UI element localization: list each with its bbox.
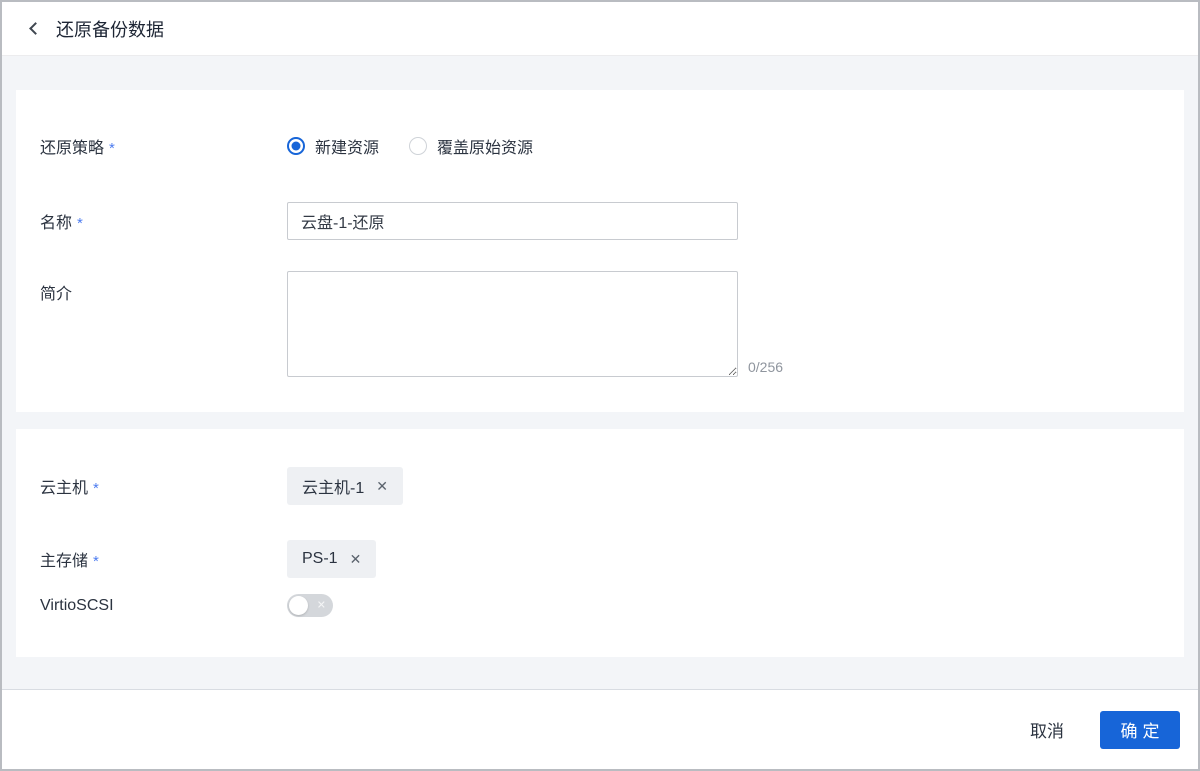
description-textarea[interactable] <box>287 271 738 377</box>
restore-backup-dialog: 还原备份数据 还原策略 * 新建资源 覆盖原始资源 名称 * 云盘-1-还原 简… <box>0 0 1200 771</box>
primary-storage-tag-label: PS-1 <box>302 550 338 567</box>
description-label: 简介 <box>40 286 73 303</box>
required-mark: * <box>77 215 83 232</box>
radio-unselected-icon <box>409 137 428 155</box>
required-mark: * <box>109 140 115 157</box>
form-body: 还原策略 * 新建资源 覆盖原始资源 名称 * 云盘-1-还原 简介 0/256… <box>2 56 1198 689</box>
vm-tag: 云主机-1 ✕ <box>287 467 403 505</box>
primary-storage-tag: PS-1 ✕ <box>287 540 377 578</box>
vm-row: 云主机 * 云主机-1 ✕ <box>40 467 1160 505</box>
page-title: 还原备份数据 <box>56 19 164 40</box>
radio-overwrite-original[interactable]: 覆盖原始资源 <box>409 134 533 158</box>
name-row: 名称 * <box>40 202 1160 240</box>
chevron-left-icon <box>28 22 42 35</box>
toggle-off-icon: ✕ <box>316 599 326 611</box>
radio-new-resource[interactable]: 新建资源 <box>287 134 379 158</box>
name-label: 名称 * <box>40 215 83 232</box>
restore-strategy-label: 还原策略 * <box>40 140 115 157</box>
radio-selected-icon <box>287 137 305 155</box>
restore-strategy-radio-group: 新建资源 覆盖原始资源 <box>287 134 563 158</box>
primary-storage-label: 主存储 * <box>40 553 99 570</box>
name-input[interactable] <box>287 202 738 240</box>
virtio-scsi-toggle[interactable]: ✕ <box>287 594 333 617</box>
virtio-scsi-row: VirtioSCSI ✕ <box>40 594 1160 617</box>
required-mark: * <box>93 480 99 497</box>
cancel-button[interactable]: 取消 <box>1030 717 1064 742</box>
description-row: 简介 0/256 <box>40 271 1160 377</box>
required-mark: * <box>93 553 99 570</box>
restore-strategy-row: 还原策略 * 新建资源 覆盖原始资源 <box>40 134 1160 158</box>
virtio-scsi-label: VirtioSCSI <box>40 596 114 614</box>
target-resource-card: 云主机 * 云主机-1 ✕ 主存储 * PS-1 ✕ VirtioSCSI ✕ <box>16 429 1184 657</box>
dialog-footer: 取消 确定 <box>2 689 1198 769</box>
vm-tag-label: 云主机-1 <box>302 480 365 497</box>
confirm-button[interactable]: 确定 <box>1100 710 1180 749</box>
char-counter: 0/256 <box>748 359 784 375</box>
page-header: 还原备份数据 <box>2 2 1198 56</box>
description-field-wrap: 0/256 <box>287 271 783 377</box>
basic-info-card: 还原策略 * 新建资源 覆盖原始资源 名称 * 云盘-1-还原 简介 0/256 <box>16 90 1184 412</box>
toggle-knob <box>289 596 308 615</box>
back-button[interactable] <box>22 18 44 40</box>
remove-primary-storage-tag-icon[interactable]: ✕ <box>350 552 362 566</box>
primary-storage-row: 主存储 * PS-1 ✕ <box>40 540 1160 578</box>
vm-label: 云主机 * <box>40 480 99 497</box>
remove-vm-tag-icon[interactable]: ✕ <box>376 479 388 493</box>
